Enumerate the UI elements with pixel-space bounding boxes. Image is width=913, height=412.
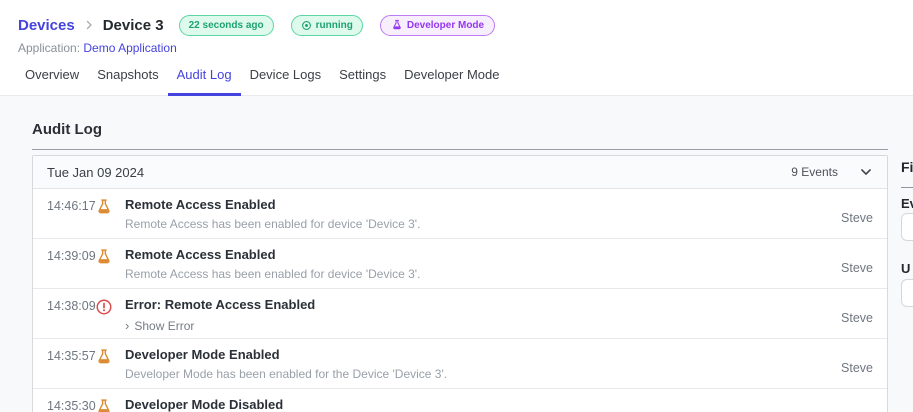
status-running-icon [301,20,312,31]
last-seen-badge: 22 seconds ago [178,14,274,36]
table-row: 14:38:09 Error: Remote Access Enabled › S… [33,289,887,339]
flask-icon [95,197,113,216]
running-status-badge: running [290,14,363,36]
user-filter-input[interactable] [901,279,913,307]
flask-icon [95,397,113,412]
audit-log-panel: Audit Log Tue Jan 09 2024 9 Events 14:46… [0,96,913,412]
event-filter-input[interactable] [901,213,913,241]
section-divider [32,149,888,150]
filter-divider [901,187,913,188]
status-label: running [315,19,353,31]
table-row: 14:35:57 Developer Mode Enabled Develope… [33,339,887,389]
show-error-link[interactable]: › Show Error [125,318,315,333]
flask-icon [95,347,113,366]
filter-event-label: Ev [901,196,913,211]
breadcrumb: Devices Device 3 22 seconds ago running … [18,13,496,37]
event-main: Developer Mode Enabled Developer Mode ha… [125,347,447,381]
event-user: Steve [841,260,873,275]
section-title: Audit Log [32,121,102,138]
events-count: 9 Events [791,165,838,179]
table-row: 14:39:09 Remote Access Enabled Remote Ac… [33,239,887,289]
event-title: Developer Mode Disabled [125,397,284,412]
event-description: Remote Access has been enabled for devic… [125,267,421,281]
breadcrumb-devices-link[interactable]: Devices [18,17,75,34]
tab-settings[interactable]: Settings [330,67,395,96]
event-title: Developer Mode Enabled [125,347,280,362]
event-user: Steve [841,210,873,225]
audit-rows: 14:46:17 Remote Access Enabled Remote Ac… [33,189,887,412]
page-title: Device 3 [102,16,164,34]
event-main: Remote Access Enabled Remote Access has … [125,197,420,231]
tab-overview[interactable]: Overview [16,67,88,96]
event-title: Error: Remote Access Enabled [125,297,316,312]
filter-title: Fi [901,159,913,175]
application-line: Application: Demo Application [18,41,177,55]
event-user: Steve [841,310,873,325]
application-label: Application: [18,41,81,55]
last-seen-label: 22 seconds ago [188,19,264,31]
event-time: 14:39:09 [47,249,96,263]
table-row: 14:46:17 Remote Access Enabled Remote Ac… [33,189,887,239]
event-main: Remote Access Enabled Remote Access has … [125,247,420,281]
event-main: Error: Remote Access Enabled › Show Error [125,297,315,333]
flask-icon [95,247,113,266]
event-time: 14:35:57 [47,349,96,363]
chevron-right-icon: › [125,318,130,333]
device-detail-page: Devices Device 3 22 seconds ago running … [0,0,913,412]
date-label: Tue Jan 09 2024 [47,164,145,180]
event-title: Remote Access Enabled [125,247,276,262]
event-title: Remote Access Enabled [125,197,276,212]
tab-developer-mode[interactable]: Developer Mode [395,67,508,96]
table-row: 14:35:30 Developer Mode Disabled › Steve [33,389,887,412]
chevron-down-icon[interactable] [859,165,873,179]
flask-icon [391,19,403,31]
error-icon [95,297,113,316]
event-description: Remote Access has been enabled for devic… [125,217,421,231]
tab-bar: Overview Snapshots Audit Log Device Logs Set… [0,66,913,96]
filter-user-label: U [901,261,911,276]
event-time: 14:38:09 [47,299,96,313]
developer-mode-label: Developer Mode [406,19,485,31]
event-user: Steve [841,360,873,375]
chevron-right-icon [83,19,95,31]
audit-log-table: Tue Jan 09 2024 9 Events 14:46:17 Remote… [32,155,888,412]
filter-panel: Fi Ev U [901,96,913,412]
status-badges: 22 seconds ago running Developer Mode [178,14,496,36]
tab-snapshots[interactable]: Snapshots [88,67,167,96]
tab-audit-log[interactable]: Audit Log [167,67,241,96]
application-link[interactable]: Demo Application [83,41,176,55]
event-time: 14:46:17 [47,199,96,213]
tab-device-logs[interactable]: Device Logs [241,67,331,96]
event-time: 14:35:30 [47,399,96,412]
developer-mode-badge: Developer Mode [379,14,496,36]
date-group-header[interactable]: Tue Jan 09 2024 9 Events [33,156,887,189]
event-main: Developer Mode Disabled › [125,397,283,412]
event-description: Developer Mode has been enabled for the … [125,367,448,381]
